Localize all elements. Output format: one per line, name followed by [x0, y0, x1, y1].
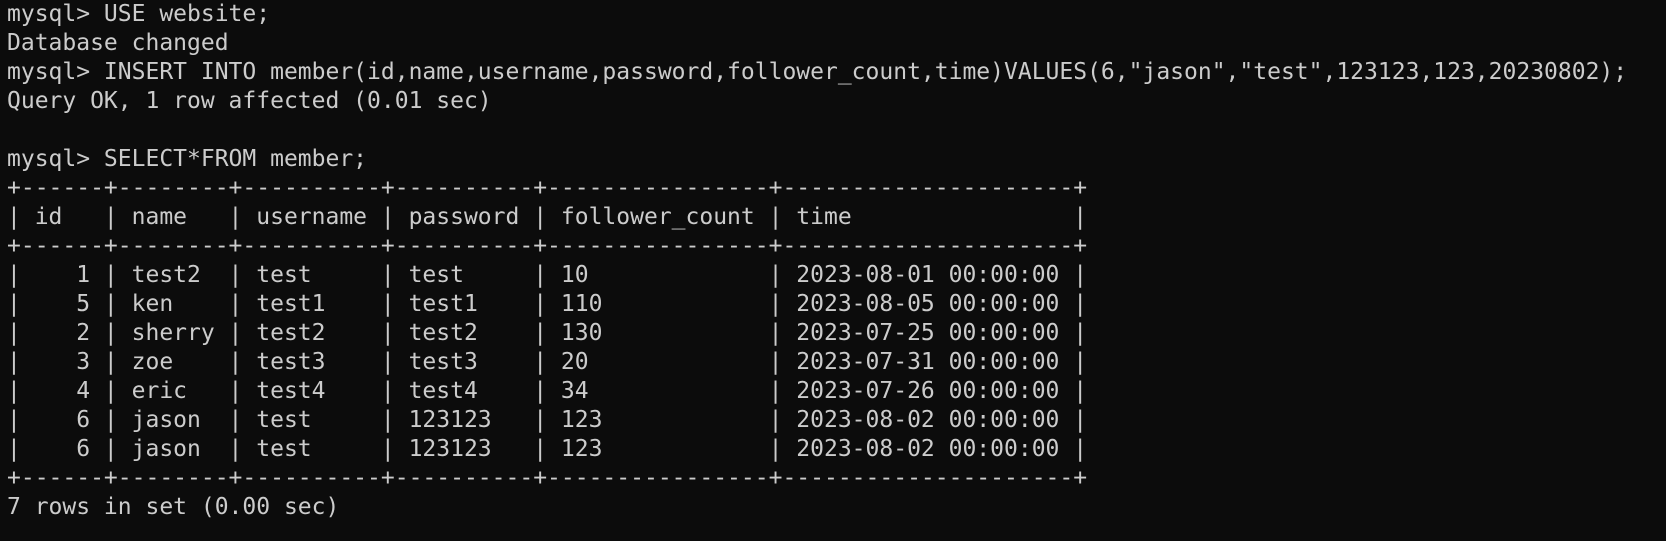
terminal-window[interactable]: mysql> USE website; Database changed mys…: [0, 0, 1666, 541]
prompt-use-website: mysql> USE website;: [7, 1, 271, 27]
prompt-select-from-member: mysql> SELECT*FROM member;: [7, 146, 368, 172]
table-row: | 1 | test2 | test | test | 10 | 2023-08…: [7, 262, 1088, 288]
table-row: | 2 | sherry | test2 | test2 | 130 | 202…: [7, 320, 1088, 346]
output-rows-in-set: 7 rows in set (0.00 sec): [7, 494, 340, 520]
table-border-top: +------+--------+----------+----------+-…: [7, 175, 1088, 201]
table-border-bottom: +------+--------+----------+----------+-…: [7, 465, 1088, 491]
table-header-row: | id | name | username | password | foll…: [7, 204, 1088, 230]
table-row: | 4 | eric | test4 | test4 | 34 | 2023-0…: [7, 378, 1088, 404]
output-query-ok: Query OK, 1 row affected (0.01 sec): [7, 88, 492, 114]
table-border-header: +------+--------+----------+----------+-…: [7, 233, 1088, 259]
table-row: | 6 | jason | test | 123123 | 123 | 2023…: [7, 436, 1088, 462]
prompt-insert-into-member: mysql> INSERT INTO member(id,name,userna…: [7, 59, 1628, 85]
output-database-changed: Database changed: [7, 30, 229, 56]
table-row: | 6 | jason | test | 123123 | 123 | 2023…: [7, 407, 1088, 433]
table-row: | 3 | zoe | test3 | test3 | 20 | 2023-07…: [7, 349, 1088, 375]
table-row: | 5 | ken | test1 | test1 | 110 | 2023-0…: [7, 291, 1088, 317]
